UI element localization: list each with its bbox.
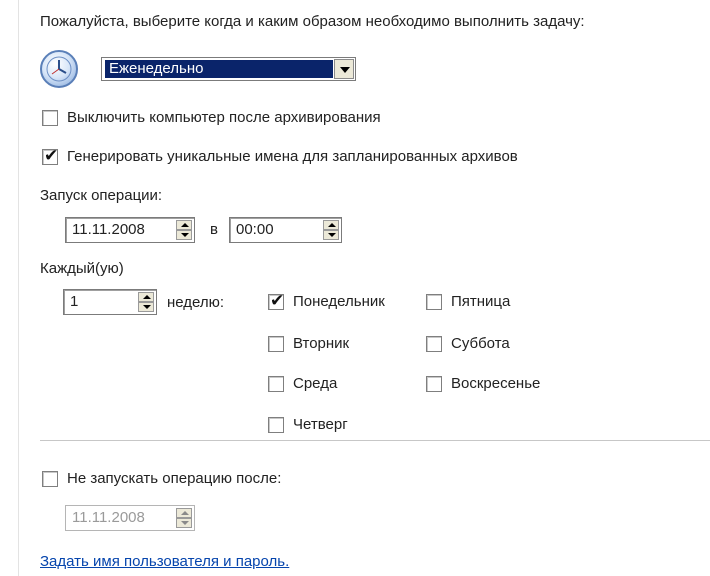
start-date-spinner[interactable] <box>176 220 192 240</box>
spin-down-icon <box>176 518 192 528</box>
dropdown-button[interactable] <box>334 59 354 79</box>
clock-icon <box>40 50 78 88</box>
week-unit-label: неделю: <box>167 294 225 311</box>
spin-down-icon[interactable] <box>323 230 339 240</box>
shutdown-checkbox[interactable] <box>42 110 58 126</box>
friday-label: Пятница <box>451 293 511 310</box>
panel-left-border <box>18 0 19 576</box>
set-credentials-link[interactable]: Задать имя пользователя и пароль. <box>40 553 289 571</box>
spin-down-icon[interactable] <box>138 302 154 312</box>
start-time-value: 00:00 <box>236 221 274 238</box>
monday-label: Понедельник <box>293 293 385 310</box>
instruction-text: Пожалуйста, выберите когда и каким образ… <box>40 13 585 30</box>
sunday-label: Воскресенье <box>451 375 541 392</box>
no-start-after-spinner <box>176 508 192 528</box>
wednesday-label: Среда <box>293 375 338 392</box>
no-start-after-date-picker: 11.11.2008 <box>65 505 195 531</box>
tuesday-checkbox[interactable] <box>268 336 284 352</box>
spin-up-icon[interactable] <box>176 220 192 230</box>
wednesday-checkbox[interactable] <box>268 376 284 392</box>
week-interval-value: 1 <box>70 293 79 310</box>
start-date-value: 11.11.2008 <box>72 221 145 238</box>
checkmark-icon: ✔ <box>44 146 59 166</box>
sunday-checkbox[interactable] <box>426 376 442 392</box>
spin-up-icon <box>176 508 192 518</box>
every-label: Каждый(ую) <box>40 260 124 277</box>
start-time-picker[interactable]: 00:00 <box>229 217 342 243</box>
friday-checkbox[interactable] <box>426 294 442 310</box>
monday-checkbox[interactable]: ✔ <box>268 291 285 311</box>
saturday-checkbox[interactable] <box>426 336 442 352</box>
schedule-type-dropdown[interactable]: Еженедельно <box>101 57 356 81</box>
thursday-checkbox[interactable] <box>268 417 284 433</box>
start-date-picker[interactable]: 11.11.2008 <box>65 217 195 243</box>
start-time-spinner[interactable] <box>323 220 339 240</box>
week-interval-spinner[interactable] <box>138 292 154 312</box>
start-label: Запуск операции: <box>40 187 163 204</box>
saturday-label: Суббота <box>451 335 510 352</box>
week-interval-stepper[interactable]: 1 <box>63 289 157 315</box>
thursday-label: Четверг <box>293 416 348 433</box>
at-label: в <box>210 221 218 238</box>
schedule-type-value: Еженедельно <box>105 60 333 78</box>
no-start-after-checkbox[interactable] <box>42 471 58 487</box>
tuesday-label: Вторник <box>293 335 350 352</box>
no-start-after-date-value: 11.11.2008 <box>72 509 145 526</box>
checkmark-icon: ✔ <box>270 291 285 311</box>
unique-names-label: Генерировать уникальные имена для заплан… <box>67 148 518 165</box>
no-start-after-label: Не запускать операцию после: <box>67 470 282 487</box>
shutdown-label: Выключить компьютер после архивирования <box>67 109 381 126</box>
section-divider <box>40 440 710 442</box>
spin-up-icon[interactable] <box>323 220 339 230</box>
chevron-down-icon <box>340 67 350 73</box>
unique-names-checkbox[interactable]: ✔ <box>42 146 59 166</box>
spin-down-icon[interactable] <box>176 230 192 240</box>
spin-up-icon[interactable] <box>138 292 154 302</box>
